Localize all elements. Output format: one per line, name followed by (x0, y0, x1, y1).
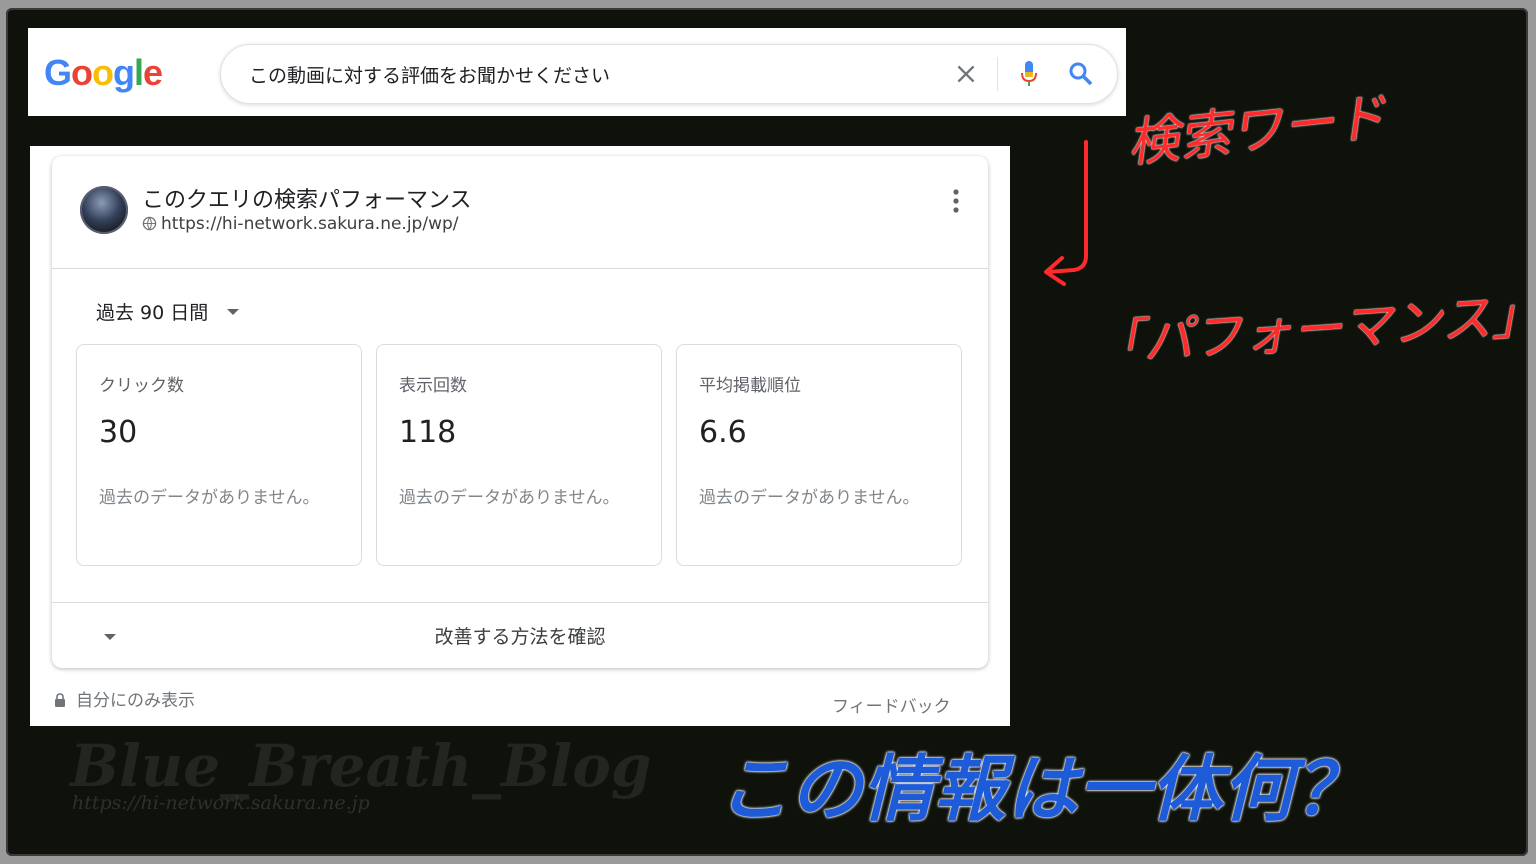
divider (52, 268, 988, 269)
search-input[interactable]: この動画に対する評価をお聞かせください (220, 44, 1118, 104)
search-query-text[interactable]: この動画に対する評価をお聞かせください (249, 61, 610, 88)
lock-icon (55, 693, 65, 707)
google-logo[interactable]: Google (44, 52, 163, 94)
visibility-label: 自分にのみ表示 (76, 691, 195, 711)
site-url[interactable]: https://hi-network.sakura.ne.jp/wp/ (142, 214, 459, 234)
site-url-text[interactable]: https://hi-network.sakura.ne.jp/wp/ (161, 214, 459, 234)
annotation-arrow (1044, 140, 1088, 286)
divider (52, 602, 988, 603)
chevron-down-icon[interactable] (102, 632, 118, 642)
period-dropdown[interactable]: 過去 90 日間 (96, 298, 240, 325)
annotation-question: この情報は一体何？ (718, 747, 1367, 831)
metric-value: 30 (99, 415, 138, 450)
caret-down-icon (227, 309, 240, 315)
search-performance-card: このクエリの検索パフォーマンス https://hi-network.sakur… (52, 156, 988, 668)
avatar (80, 186, 128, 234)
search-header: Google この動画に対する評価をお聞かせください (28, 28, 1126, 116)
metric-value: 6.6 (699, 415, 747, 450)
metric-card-position: 平均掲載順位 6.6 過去のデータがありません。 (676, 344, 962, 566)
visibility-note: 自分にのみ表示 (54, 686, 195, 711)
improve-button[interactable]: 改善する方法を確認 (52, 622, 988, 649)
metric-card-clicks: クリック数 30 過去のデータがありません。 (76, 344, 362, 566)
globe-icon (142, 216, 157, 231)
metric-note: 過去のデータがありません。 (399, 488, 620, 508)
period-label: 過去 90 日間 (96, 302, 209, 324)
metric-note: 過去のデータがありません。 (699, 488, 920, 508)
metric-value: 118 (399, 415, 457, 450)
metric-label: クリック数 (99, 376, 184, 396)
card-title: このクエリの検索パフォーマンス (142, 188, 472, 213)
metric-label: 平均掲載順位 (699, 376, 801, 396)
watermark-url: https://hi-network.sakura.ne.jp (72, 792, 370, 814)
more-options-icon[interactable] (950, 186, 962, 216)
annotation-search-word: 検索ワード (1124, 87, 1390, 175)
metric-note: 過去のデータがありません。 (99, 488, 320, 508)
metric-label: 表示回数 (399, 376, 467, 396)
result-panel: このクエリの検索パフォーマンス https://hi-network.sakur… (30, 146, 1010, 726)
search-divider (997, 57, 998, 91)
watermark: Blue_Breath_Blog (70, 732, 652, 800)
annotation-performance: 「パフォーマンス」 (1090, 285, 1528, 375)
feedback-link[interactable]: フィードバック (832, 692, 951, 717)
metric-card-impressions: 表示回数 118 過去のデータがありません。 (376, 344, 662, 566)
close-icon[interactable] (953, 61, 979, 87)
screenshot-frame: Google この動画に対する評価をお聞かせください このクエリの検索パフォーマ… (6, 8, 1528, 856)
search-icon[interactable] (1067, 60, 1095, 88)
microphone-icon[interactable] (1017, 59, 1041, 89)
